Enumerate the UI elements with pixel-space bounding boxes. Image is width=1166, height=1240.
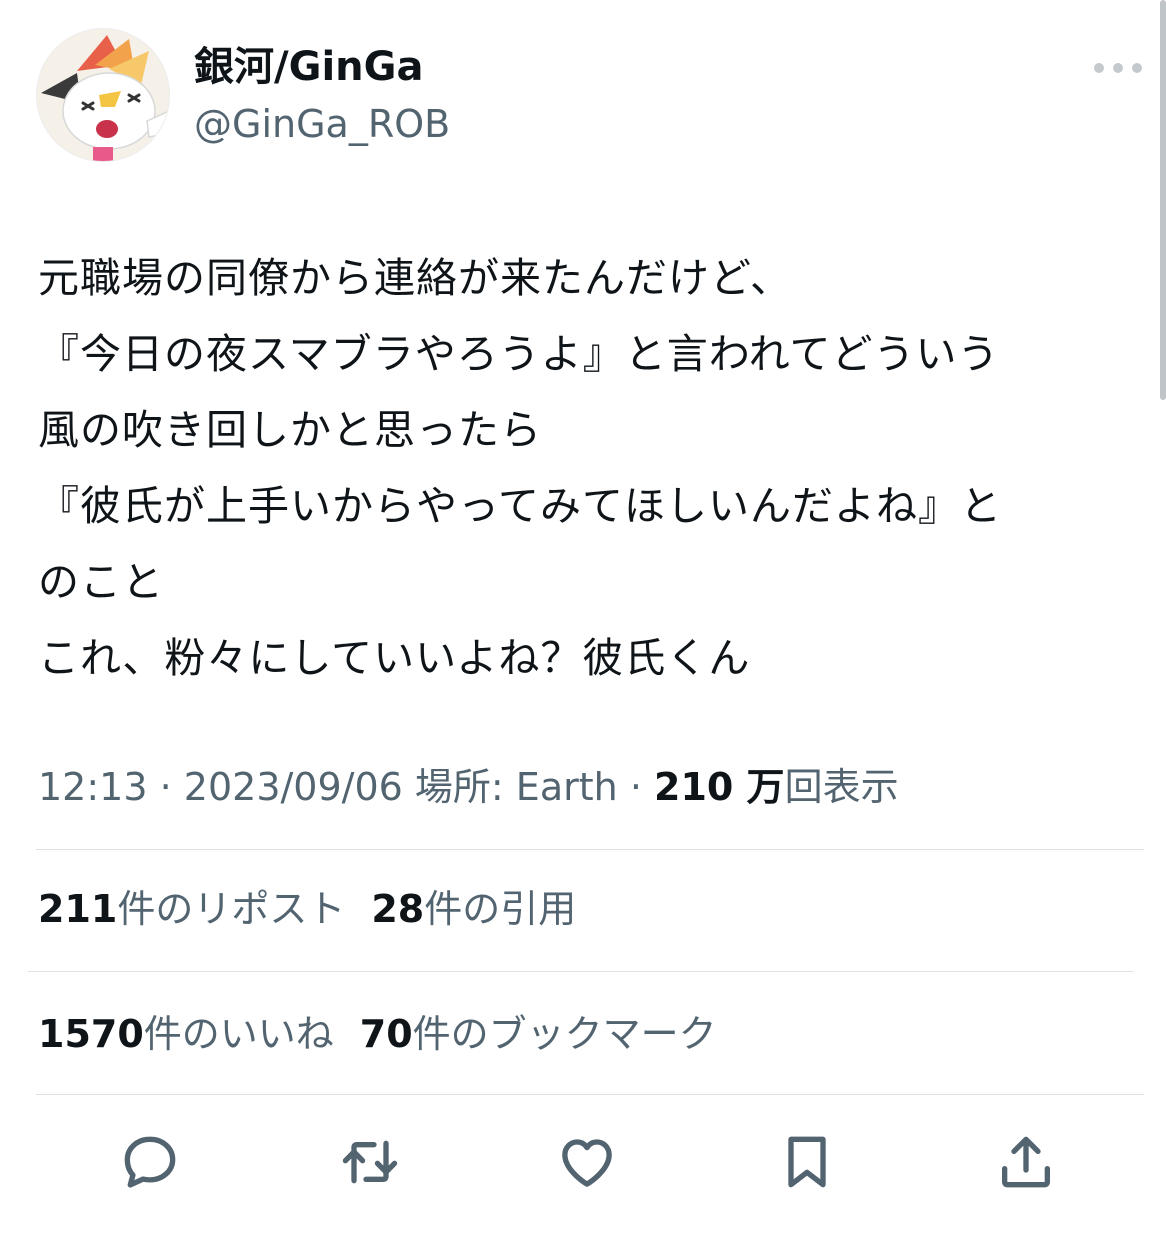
quotes-count: 28	[371, 887, 425, 931]
bookmark-button[interactable]	[765, 1120, 849, 1204]
likes-count: 1570	[38, 1012, 144, 1056]
bookmarks-stat[interactable]: 70件のブックマーク	[360, 1009, 717, 1059]
more-dots-icon	[1132, 63, 1142, 73]
reposts-count: 211	[38, 887, 118, 931]
meta-separator: ·	[159, 765, 172, 809]
meta-separator: ·	[629, 765, 642, 809]
reposts-label: 件のリポスト	[117, 887, 346, 931]
more-dots-icon	[1113, 63, 1123, 73]
likes-label: 件のいいね	[143, 1012, 334, 1056]
divider	[36, 849, 1144, 850]
more-dots-icon	[1094, 63, 1104, 73]
tweet-date[interactable]: 2023/09/06	[184, 765, 403, 809]
views-count: 210 万	[654, 765, 785, 809]
tweet-text: 元職場の同僚から連絡が来たんだけど、 『今日の夜スマブラやろうよ』と言われてどう…	[38, 254, 1002, 682]
author-display-name[interactable]: 銀河/GinGa	[194, 42, 423, 92]
tweet-location: 場所: Earth	[414, 765, 618, 809]
like-button[interactable]	[545, 1120, 629, 1204]
reply-icon	[124, 1136, 176, 1188]
stats-row-likes: 1570件のいいね 70件のブックマーク	[38, 1009, 743, 1059]
reposts-stat[interactable]: 211件のリポスト	[38, 884, 345, 934]
author-handle[interactable]: @GinGa_ROB	[194, 100, 450, 148]
reply-button[interactable]	[108, 1120, 192, 1204]
heart-icon	[562, 1139, 612, 1187]
retweet-icon	[342, 1140, 398, 1184]
tweet-time[interactable]: 12:13	[38, 765, 148, 809]
divider	[36, 1094, 1144, 1095]
bookmarks-label: 件のブックマーク	[412, 1012, 717, 1056]
avatar-illustration	[37, 29, 169, 161]
quotes-stat[interactable]: 28件の引用	[371, 884, 576, 934]
likes-stat[interactable]: 1570件のいいね	[38, 1009, 334, 1059]
action-bar	[0, 1120, 1166, 1204]
divider	[28, 971, 1134, 972]
share-button[interactable]	[984, 1120, 1068, 1204]
retweet-button[interactable]	[328, 1120, 412, 1204]
share-icon	[1002, 1136, 1050, 1188]
avatar[interactable]	[36, 28, 170, 162]
scrollbar[interactable]	[1160, 0, 1166, 400]
more-options-button[interactable]	[1094, 58, 1142, 78]
bookmark-icon	[788, 1136, 826, 1188]
stats-row-reposts: 211件のリポスト 28件の引用	[38, 884, 602, 934]
quotes-label: 件の引用	[424, 887, 577, 931]
bookmarks-count: 70	[359, 1012, 413, 1056]
tweet-meta: 12:13 · 2023/09/06 場所: Earth · 210 万回表示	[38, 762, 899, 812]
views-label: 回表示	[784, 765, 899, 809]
